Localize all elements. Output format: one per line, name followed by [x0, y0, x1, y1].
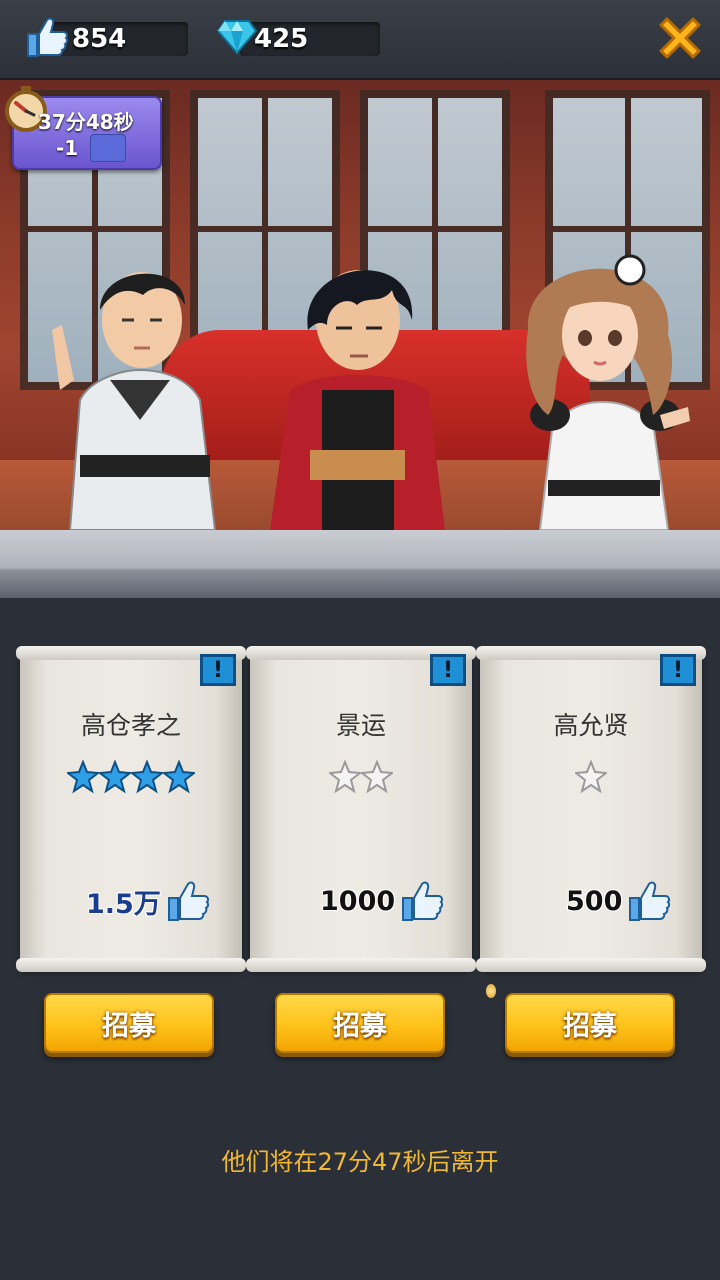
likes-value: 854 [72, 24, 127, 54]
recruit-card-3[interactable]: ! 高允贤 500 [476, 646, 706, 972]
character-portrait-1 [52, 272, 217, 530]
star-rating [20, 760, 242, 794]
recruit-cost: 500 [566, 878, 672, 924]
recruit-button-2[interactable]: 招募 [275, 993, 445, 1053]
recruit-card-1[interactable]: ! 高仓孝之 1.5万 [16, 646, 246, 972]
star-rating [480, 760, 702, 794]
info-icon[interactable]: ! [200, 654, 236, 686]
timer-time: 37分48秒 [38, 110, 134, 134]
cost-value: 1.5万 [86, 888, 161, 920]
thumbs-up-icon [629, 881, 671, 921]
gems-value: 425 [254, 24, 309, 54]
info-icon[interactable]: ! [660, 654, 696, 686]
character-portrait-3 [526, 254, 690, 530]
recruit-cost: 1.5万 [86, 878, 211, 924]
character-name: 高允贤 [553, 711, 629, 740]
star-icon [67, 760, 99, 794]
character-portrait-2 [270, 270, 445, 530]
star-icon [163, 760, 195, 794]
thumbs-up-icon [402, 881, 444, 921]
star-icon [329, 760, 361, 794]
recruit-button-3[interactable]: 招募 [505, 993, 675, 1053]
close-icon [659, 17, 701, 59]
timer-cost: -1 [56, 136, 79, 160]
info-icon[interactable]: ! [430, 654, 466, 686]
character-name: 高仓孝之 [80, 711, 181, 740]
leave-countdown-message: 他们将在27分47秒后离开 [221, 1148, 499, 1176]
star-rating [250, 760, 472, 794]
cost-value: 500 [566, 885, 623, 917]
recruit-cost: 1000 [320, 878, 445, 924]
ticket-icon [90, 134, 126, 162]
cost-value: 1000 [320, 885, 396, 917]
star-icon [361, 760, 393, 794]
sparkle-effect [486, 984, 496, 998]
star-icon [99, 760, 131, 794]
thumbs-up-icon [22, 12, 72, 62]
top-bar: 854 425 [0, 0, 720, 80]
character-name: 景运 [335, 711, 386, 740]
thumbs-up-icon [167, 881, 209, 921]
recruit-card-2[interactable]: ! 景运 1000 [246, 646, 476, 972]
recruit-button-1[interactable]: 招募 [44, 993, 214, 1053]
star-icon [575, 760, 607, 794]
star-icon [131, 760, 163, 794]
divider-band [0, 530, 720, 598]
close-button[interactable] [650, 8, 710, 68]
